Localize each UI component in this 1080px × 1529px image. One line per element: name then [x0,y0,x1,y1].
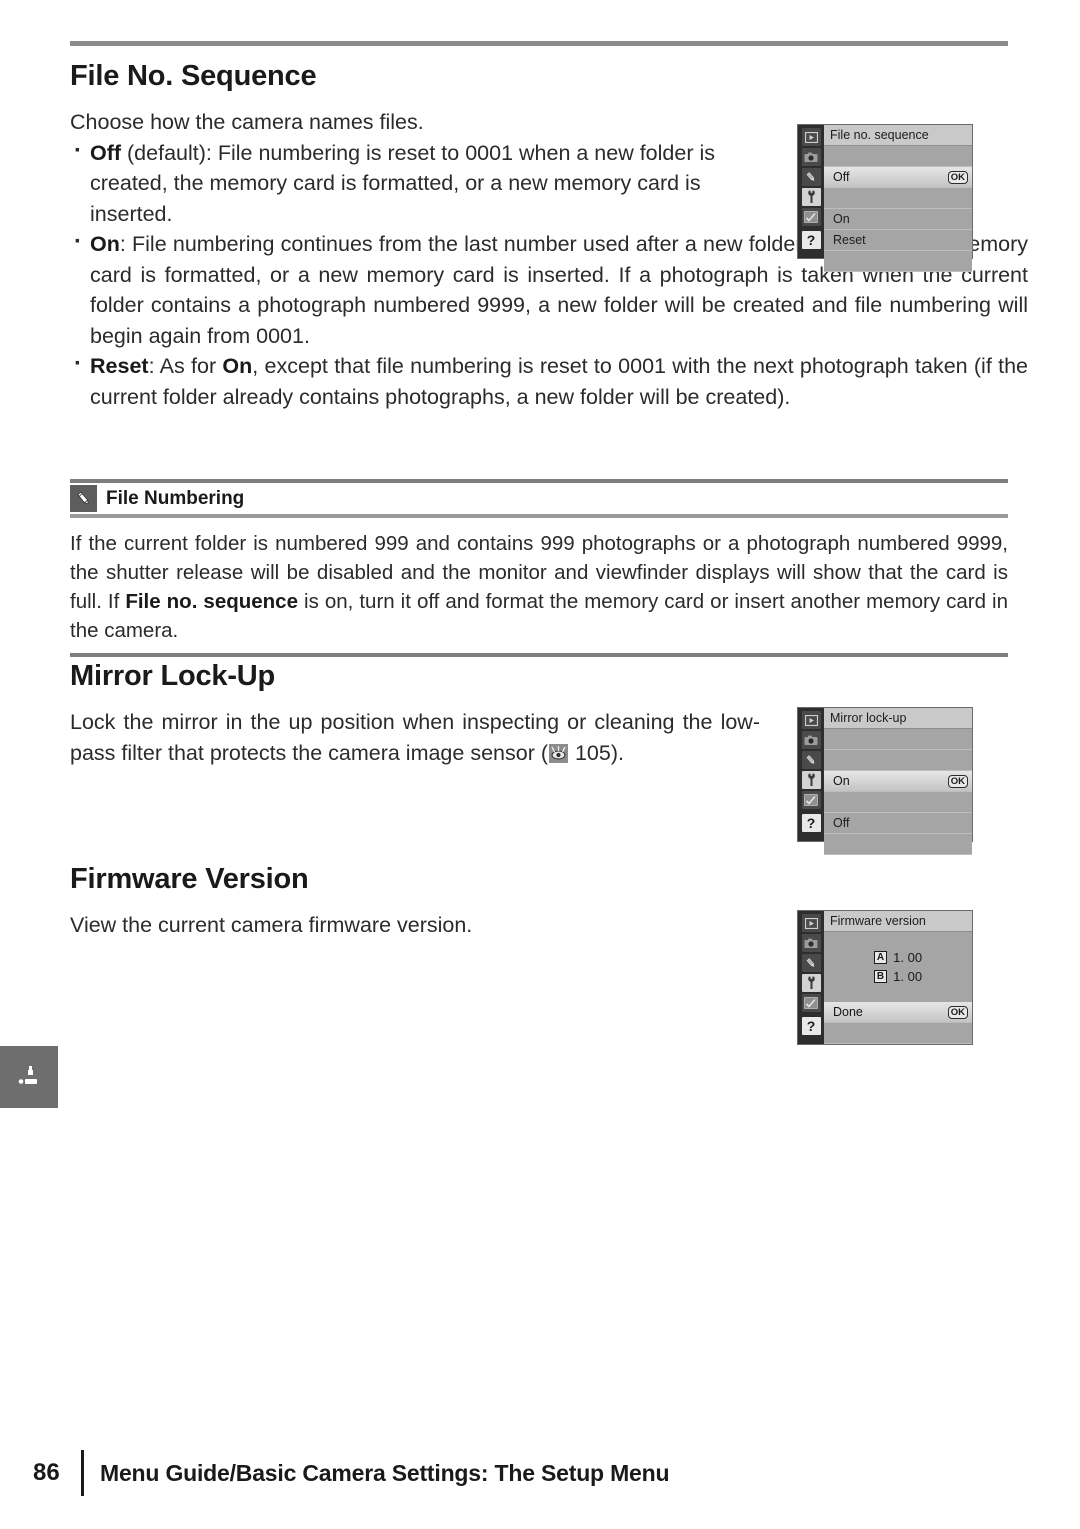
custom-settings-pencil-icon[interactable] [801,751,821,769]
list-item-reset: Reset: As for On, except that file numbe… [70,349,1028,412]
playback-icon[interactable] [801,128,821,146]
lcd-row-list: Done OK [824,1002,972,1044]
lcd-row-off[interactable]: Off [824,813,972,834]
lcd-row[interactable] [824,750,972,771]
page-title-file-no-sequence: File No. Sequence [70,60,317,92]
lcd-row[interactable] [824,1023,972,1044]
lcd-row[interactable] [824,251,972,272]
option-desc-off: (default): File numbering is reset to 00… [90,140,715,226]
lcd-title: Mirror lock-up [824,708,972,729]
lcd-row-label: Off [833,170,850,184]
lcd-row-on-selected[interactable]: On OK [824,771,972,792]
lcd-panel-file-no-sequence[interactable]: ? File no. sequence Off OK On Reset [797,124,973,272]
setup-menu-wrench-icon[interactable] [801,771,821,789]
mirror-lock-up-body: Lock the mirror in the up position when … [70,707,760,768]
firmware-version-body: View the current camera firmware version… [70,913,473,937]
lcd-row[interactable] [824,792,972,813]
lcd-row-list: Off OK On Reset [824,146,972,272]
help-question-label: ? [806,1018,816,1034]
pencil-icon [70,485,97,512]
setup-menu-wrench-icon [14,1062,44,1092]
setup-menu-wrench-icon[interactable] [801,188,821,206]
shooting-menu-camera-icon[interactable] [801,731,821,749]
custom-settings-pencil-icon[interactable] [801,954,821,972]
top-rule [70,41,1008,46]
lcd-row-reset[interactable]: Reset [824,230,972,251]
lcd-row-label: On [833,774,850,788]
lcd-row[interactable] [824,188,972,209]
firmware-value-a: 1. 00 [893,950,923,965]
lcd-row[interactable] [824,729,972,750]
lcd-row-list: On OK Off [824,729,972,855]
help-question-icon[interactable]: ? [801,814,821,832]
help-question-icon[interactable]: ? [801,231,821,249]
option-term-off: Off [90,140,122,165]
lcd-row-label: Reset [833,233,866,247]
retouch-menu-icon[interactable] [801,208,821,226]
option-term-reset: Reset [90,354,149,378]
page-reference-eye-icon [549,743,568,763]
lcd-row-label: Done [833,1005,863,1019]
lcd-row[interactable] [824,834,972,855]
page-title-mirror-lock-up: Mirror Lock-Up [70,660,276,692]
note-header: File Numbering [70,485,1008,512]
intro-text: Choose how the camera names files. [70,110,424,134]
shooting-menu-camera-icon[interactable] [801,934,821,952]
lcd-panel-mirror-lock-up[interactable]: ? Mirror lock-up On OK Off [797,707,973,855]
retouch-menu-icon[interactable] [801,791,821,809]
firmware-badge-b: B [873,970,888,983]
note-body: If the current folder is numbered 999 an… [70,518,1008,645]
lcd-main-area: Mirror lock-up On OK Off [824,708,972,855]
page-title-firmware-version: Firmware Version [70,863,309,895]
note-body-bold: File no. sequence [125,590,298,613]
playback-icon[interactable] [801,711,821,729]
firmware-line-b: B 1. 00 [873,969,923,984]
lcd-row-label: On [833,212,850,226]
lcd-sidebar[interactable]: ? [798,125,824,258]
list-item-off: Off (default): File numbering is reset t… [70,136,780,230]
lcd-row-done[interactable]: Done OK [824,1002,972,1023]
lcd-row-off-selected[interactable]: Off OK [824,167,972,188]
note-title: File Numbering [106,487,245,509]
ok-badge[interactable]: OK [947,774,968,788]
firmware-badge-a: A [873,951,888,964]
help-question-icon[interactable]: ? [801,1017,821,1035]
retouch-menu-icon[interactable] [801,994,821,1012]
firmware-value-b: 1. 00 [893,969,923,984]
mirror-lock-up-page-ref: 105). [569,740,624,765]
lcd-row-on[interactable]: On [824,209,972,230]
page-number: 86 [33,1459,60,1486]
lcd-title: Firmware version [824,911,972,932]
lcd-sidebar[interactable]: ? [798,708,824,841]
lcd-panel-firmware-version[interactable]: ? Firmware version A 1. 00 B 1. 00 Done … [797,910,973,1045]
note-box-file-numbering: File Numbering If the current folder is … [70,479,1008,657]
footer-title: Menu Guide/Basic Camera Settings: The Se… [100,1459,670,1486]
lcd-row[interactable] [824,146,972,167]
ok-badge[interactable]: OK [947,170,968,184]
note-bottom-rule [70,653,1008,657]
mirror-lock-up-text: Lock the mirror in the up position when … [70,710,760,765]
playback-icon[interactable] [801,914,821,932]
setup-menu-wrench-icon[interactable] [801,974,821,992]
help-question-label: ? [806,815,816,831]
firmware-line-a: A 1. 00 [873,950,923,965]
shooting-menu-camera-icon[interactable] [801,148,821,166]
help-question-label: ? [806,232,816,248]
manual-page: File No. Sequence Choose how the camera … [0,0,1080,1529]
lcd-sidebar[interactable]: ? [798,911,824,1044]
margin-tab-setup-menu [0,1046,58,1108]
lcd-row-label: Off [833,816,850,830]
page-footer: 86 Menu Guide/Basic Camera Settings: The… [33,1450,670,1496]
lcd-title: File no. sequence [824,125,972,146]
ok-badge[interactable]: OK [947,1005,968,1019]
footer-divider [81,1450,84,1496]
lcd-main-area: Firmware version A 1. 00 B 1. 00 Done OK [824,911,972,1044]
firmware-version-readout: A 1. 00 B 1. 00 [824,932,972,1002]
custom-settings-pencil-icon[interactable] [801,168,821,186]
option-term-on: On [90,232,120,256]
lcd-main-area: File no. sequence Off OK On Reset [824,125,972,272]
option-desc-reset-before: : As for [148,354,223,378]
option-term-on-ref: On [222,354,253,378]
